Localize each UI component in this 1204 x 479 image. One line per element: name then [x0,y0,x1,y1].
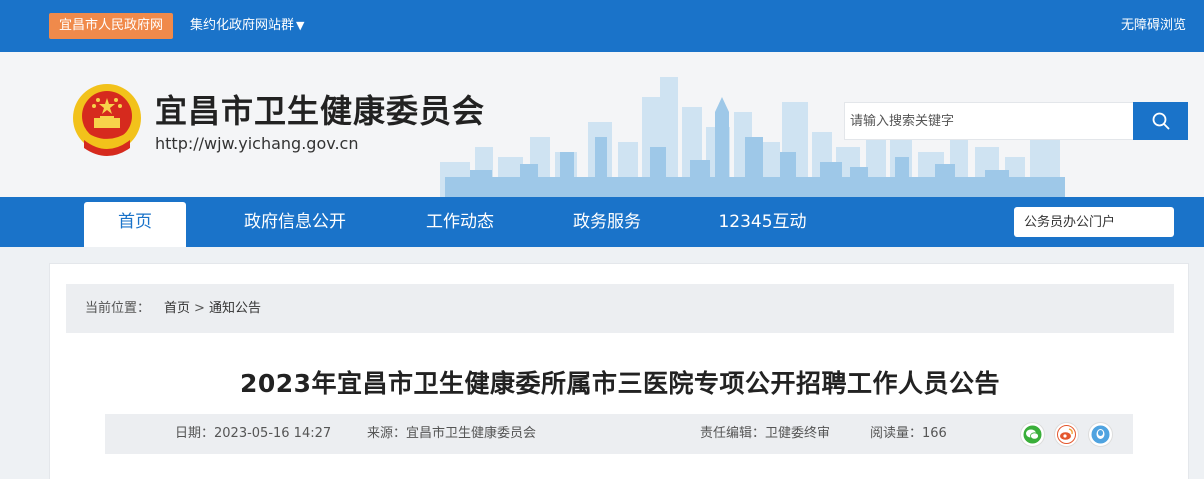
qq-icon [1091,425,1110,444]
site-title: 宜昌市卫生健康委员会 [155,92,486,130]
article-source: 来源：宜昌市卫生健康委员会 [367,426,537,441]
search-input[interactable] [845,103,1133,139]
content-panel: 当前位置： 首页 > 通知公告 2023年宜昌市卫生健康委所属市三医院专项公开招聘工作… [49,263,1189,479]
main-nav: 首页 政府信息公开 工作动态 政务服务 12345互动 [0,197,1204,247]
site-group-dropdown[interactable]: 集约化政府网站群 ▼ [190,13,304,39]
article-meta: 日期：2023-05-16 14:27 来源：宜昌市卫生健康委员会 责任编辑：卫… [105,414,1133,454]
breadcrumb: 当前位置： 首页 > 通知公告 [66,284,1174,333]
portal-box [1014,207,1174,237]
nav-services[interactable]: 政务服务 [552,197,662,247]
share-wechat-button[interactable] [1020,422,1045,447]
site-url: http://wjw.yichang.gov.cn [155,134,359,153]
search-box [844,102,1134,140]
share-qq-button[interactable] [1088,422,1113,447]
breadcrumb-separator: > [194,301,205,316]
wechat-icon [1023,425,1042,444]
nav-gov-info[interactable]: 政府信息公开 [225,197,365,247]
breadcrumb-label: 当前位置： [85,301,151,316]
civil-servant-portal-input[interactable] [1014,207,1174,237]
national-emblem-logo [73,84,141,156]
accessibility-link[interactable]: 无障碍浏览 [1121,13,1186,39]
weibo-icon [1057,425,1076,444]
share-weibo-button[interactable] [1054,422,1079,447]
article-date: 日期：2023-05-16 14:27 [175,426,332,441]
breadcrumb-home[interactable]: 首页 [164,301,190,316]
nav-home[interactable]: 首页 [84,202,186,247]
nav-12345[interactable]: 12345互动 [700,197,825,247]
top-bar: 宜昌市人民政府网 集约化政府网站群 ▼ 无障碍浏览 [0,0,1204,52]
article-editor: 责任编辑：卫健委终审 [700,426,831,441]
article-views: 阅读量：166 [870,426,947,441]
nav-work-news[interactable]: 工作动态 [405,197,515,247]
chevron-down-icon: ▼ [296,19,305,32]
search-icon [1152,112,1169,130]
search-button[interactable] [1133,102,1188,140]
article-title: 2023年宜昌市卫生健康委所属市三医院专项公开招聘工作人员公告 [239,369,1001,398]
gov-site-link[interactable]: 宜昌市人民政府网 [49,13,174,39]
site-header: 宜昌市卫生健康委员会 http://wjw.yichang.gov.cn [0,52,1204,197]
breadcrumb-current[interactable]: 通知公告 [209,301,261,316]
site-group-label: 集约化政府网站群 [190,18,295,33]
